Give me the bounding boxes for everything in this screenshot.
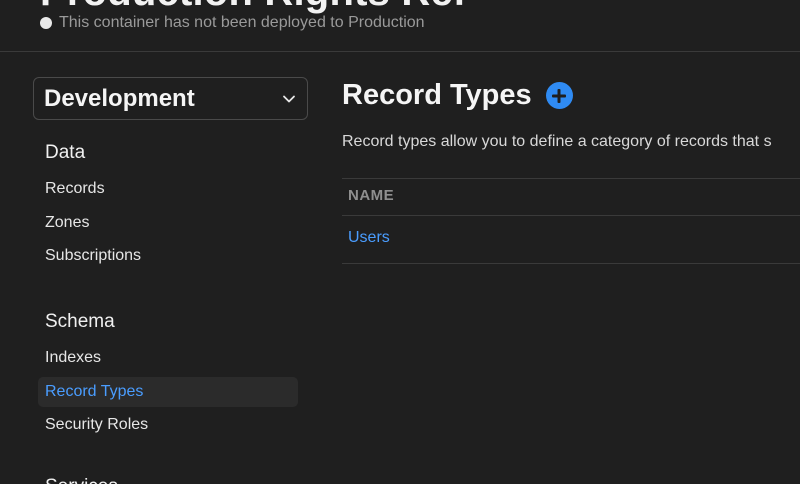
sidebar-item-subscriptions[interactable]: Subscriptions xyxy=(38,241,298,271)
sidebar-item-label: Records xyxy=(45,180,105,197)
environment-select[interactable]: Development xyxy=(33,77,308,120)
sidebar-section-schema: Schema xyxy=(45,311,115,332)
sidebar-item-label: Indexes xyxy=(45,349,102,366)
sidebar-item-security-roles[interactable]: Security Roles xyxy=(38,410,298,440)
sidebar-section-data: Data xyxy=(45,142,86,163)
header-divider xyxy=(0,51,800,52)
environment-select-value: Development xyxy=(44,84,195,112)
sidebar-item-label: Security Roles xyxy=(45,416,149,433)
sidebar-item-record-types[interactable]: Record Types xyxy=(38,377,298,407)
table-top-divider xyxy=(342,178,800,179)
sidebar-item-records[interactable]: Records xyxy=(38,174,298,204)
record-type-link-users[interactable]: Users xyxy=(348,229,390,247)
table-row-divider xyxy=(342,263,800,264)
sidebar-item-label: Subscriptions xyxy=(45,247,142,264)
sidebar-item-label: Record Types xyxy=(45,383,144,400)
page-description: Record types allow you to define a categ… xyxy=(342,133,772,150)
add-record-type-icon[interactable] xyxy=(545,82,573,109)
status-dot-icon xyxy=(40,17,52,29)
table-header-divider xyxy=(342,215,800,216)
deploy-status-text: This container has not been deployed to … xyxy=(59,14,425,31)
sidebar-item-indexes[interactable]: Indexes xyxy=(38,343,298,373)
page-title-row: Record Types xyxy=(342,79,573,112)
deploy-status: This container has not been deployed to … xyxy=(40,14,425,32)
container-title: Production Rights Ref xyxy=(40,0,466,15)
column-header-name: NAME xyxy=(348,187,395,204)
sidebar-item-label: Zones xyxy=(45,214,90,231)
sidebar-section-services: Services xyxy=(45,476,118,484)
sidebar-item-zones[interactable]: Zones xyxy=(38,208,298,238)
chevron-down-icon xyxy=(283,95,295,102)
page-title: Record Types xyxy=(342,79,532,111)
